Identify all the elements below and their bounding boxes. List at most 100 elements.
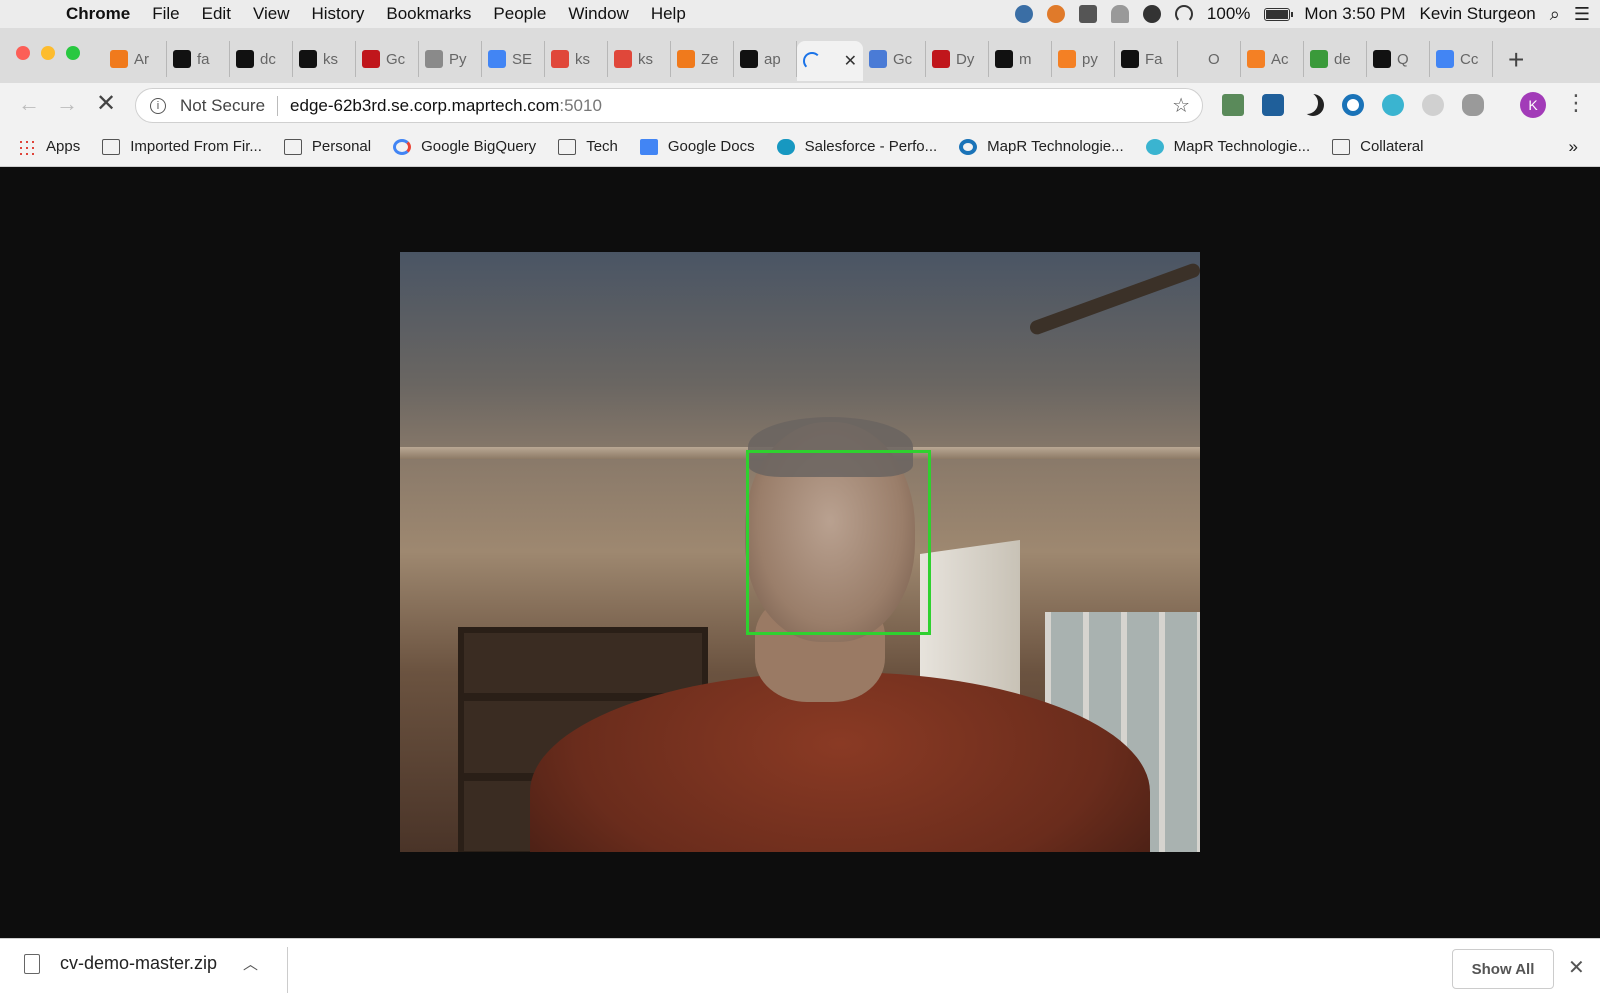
mapr-ring-icon bbox=[959, 138, 978, 155]
google-icon bbox=[393, 138, 412, 155]
browser-tab[interactable]: Gc bbox=[356, 41, 419, 77]
browser-tab[interactable]: fa bbox=[167, 41, 230, 77]
browser-tab[interactable]: Q bbox=[1367, 41, 1430, 77]
menu-app-name[interactable]: Chrome bbox=[54, 4, 141, 24]
dark-mode-moon-icon[interactable] bbox=[1302, 94, 1324, 116]
extension-compass-icon[interactable] bbox=[1262, 94, 1284, 116]
browser-tab[interactable]: ap bbox=[734, 41, 797, 77]
zoom-window-button[interactable] bbox=[66, 46, 80, 60]
github-icon bbox=[1121, 50, 1139, 68]
browser-tab[interactable]: Fa bbox=[1115, 41, 1178, 77]
browser-tab[interactable]: Py bbox=[419, 41, 482, 77]
folder-icon bbox=[1332, 138, 1351, 155]
spotlight-search-icon[interactable]: ⌕ bbox=[1550, 4, 1560, 25]
globe-status-icon[interactable] bbox=[1014, 5, 1033, 23]
battery-fill bbox=[1266, 9, 1289, 19]
download-filename[interactable]: cv-demo-master.zip bbox=[60, 953, 217, 974]
browser-tab[interactable]: Ac bbox=[1241, 41, 1304, 77]
browser-tab[interactable]: de bbox=[1304, 41, 1367, 77]
new-tab-button[interactable]: + bbox=[1508, 44, 1524, 76]
download-divider bbox=[287, 947, 288, 993]
menu-bookmarks[interactable]: Bookmarks bbox=[375, 4, 482, 24]
browser-tab[interactable]: m bbox=[989, 41, 1052, 77]
battery-icon[interactable] bbox=[1264, 7, 1294, 21]
evernote-icon[interactable] bbox=[1142, 5, 1161, 23]
url-port[interactable]: :5010 bbox=[559, 96, 602, 116]
arch-icon[interactable] bbox=[1110, 5, 1129, 23]
security-label[interactable]: Not Secure bbox=[180, 96, 265, 116]
extension-apple-icon[interactable] bbox=[1462, 94, 1484, 116]
notification-center-icon[interactable]: ☰ bbox=[1574, 4, 1590, 25]
extension-globe-icon[interactable] bbox=[1382, 94, 1404, 116]
wifi-icon[interactable] bbox=[1174, 5, 1193, 23]
browser-tab[interactable]: ks bbox=[293, 41, 356, 77]
menu-history[interactable]: History bbox=[300, 4, 375, 24]
browser-tab[interactable]: Ze bbox=[671, 41, 734, 77]
bookmark-item[interactable]: MapR Technologie... bbox=[959, 138, 1124, 155]
bookmark-star-icon[interactable]: ☆ bbox=[1172, 93, 1190, 118]
browser-tab[interactable]: Ar bbox=[104, 41, 167, 77]
user-name[interactable]: Kevin Sturgeon bbox=[1420, 4, 1536, 24]
docker-icon[interactable] bbox=[1078, 5, 1097, 23]
bookmark-item[interactable]: Google Docs bbox=[639, 138, 755, 155]
back-button[interactable]: ← bbox=[18, 91, 40, 117]
menu-file[interactable]: File bbox=[141, 4, 190, 24]
bookmark-item[interactable]: Google BigQuery bbox=[393, 138, 536, 155]
vpn-status-icon[interactable] bbox=[1046, 5, 1065, 23]
show-all-button[interactable]: Show All bbox=[1452, 949, 1554, 989]
stop-loading-button[interactable]: ✕ bbox=[96, 89, 116, 118]
browser-tab[interactable]: O bbox=[1178, 41, 1241, 77]
tab-label: SE bbox=[512, 50, 533, 68]
bookmark-label: Google BigQuery bbox=[421, 138, 537, 155]
mapr-globe-icon bbox=[1145, 138, 1164, 155]
folder-icon bbox=[102, 138, 121, 155]
chevron-up-icon[interactable]: ︿ bbox=[243, 953, 258, 974]
tab-label: dc bbox=[260, 50, 276, 68]
bookmark-item[interactable]: Imported From Fir... bbox=[102, 138, 262, 155]
address-bar[interactable]: i Not Secure edge-62b3rd.se.corp.maprtec… bbox=[135, 88, 1203, 123]
menu-edit[interactable]: Edit bbox=[191, 4, 242, 24]
tab-label: Ar bbox=[134, 50, 149, 68]
forward-button[interactable]: → bbox=[56, 91, 78, 117]
bookmark-item[interactable]: MapR Technologie... bbox=[1145, 138, 1310, 155]
download-item[interactable]: cv-demo-master.zip ︿ bbox=[24, 953, 258, 974]
browser-tab[interactable]: py bbox=[1052, 41, 1115, 77]
extension-ring-icon[interactable] bbox=[1342, 94, 1364, 116]
browser-tab[interactable]: Dy bbox=[926, 41, 989, 77]
extension-clipper-icon[interactable] bbox=[1222, 94, 1244, 116]
macos-menu-bar: Chrome File Edit View History Bookmarks … bbox=[0, 0, 1600, 28]
pencil-icon bbox=[1310, 50, 1328, 68]
chrome-menu-icon[interactable]: ⋮ bbox=[1565, 90, 1587, 116]
drive-icon bbox=[869, 50, 887, 68]
browser-tab[interactable]: dc bbox=[230, 41, 293, 77]
close-download-shelf-icon[interactable]: ✕ bbox=[1568, 955, 1585, 980]
menu-people[interactable]: People bbox=[482, 4, 557, 24]
close-tab-icon[interactable]: ✕ bbox=[844, 51, 857, 71]
bookmark-item[interactable]: Salesforce - Perfo... bbox=[776, 138, 937, 155]
profile-avatar[interactable]: K bbox=[1520, 92, 1546, 118]
browser-tab[interactable]: ks bbox=[608, 41, 671, 77]
bookmark-item[interactable]: Apps bbox=[18, 138, 80, 155]
bookmark-item[interactable]: Tech bbox=[558, 138, 618, 155]
url-host[interactable]: edge-62b3rd.se.corp.maprtech.com bbox=[290, 96, 559, 116]
browser-tab[interactable]: ✕ bbox=[797, 41, 863, 81]
close-window-button[interactable] bbox=[16, 46, 30, 60]
bookmark-item[interactable]: Personal bbox=[283, 138, 371, 155]
menu-window[interactable]: Window bbox=[557, 4, 639, 24]
bookmark-label: Collateral bbox=[1360, 138, 1424, 155]
browser-tab[interactable]: ks bbox=[545, 41, 608, 77]
menu-view[interactable]: View bbox=[242, 4, 301, 24]
site-info-icon[interactable]: i bbox=[150, 97, 166, 114]
bookmark-item[interactable]: Collateral bbox=[1332, 138, 1424, 155]
minimize-window-button[interactable] bbox=[41, 46, 55, 60]
browser-tab[interactable]: Gc bbox=[863, 41, 926, 77]
clock[interactable]: Mon 3:50 PM bbox=[1304, 4, 1405, 24]
browser-tab[interactable]: SE bbox=[482, 41, 545, 77]
extension-grey-icon[interactable] bbox=[1422, 94, 1444, 116]
bookmark-label: Tech bbox=[586, 138, 618, 155]
menu-help[interactable]: Help bbox=[640, 4, 697, 24]
browser-tab[interactable]: Cc bbox=[1430, 41, 1493, 77]
tab-label: Dy bbox=[956, 50, 975, 68]
bookmarks-overflow-button[interactable]: » bbox=[1569, 137, 1578, 157]
folder-icon bbox=[283, 138, 302, 155]
